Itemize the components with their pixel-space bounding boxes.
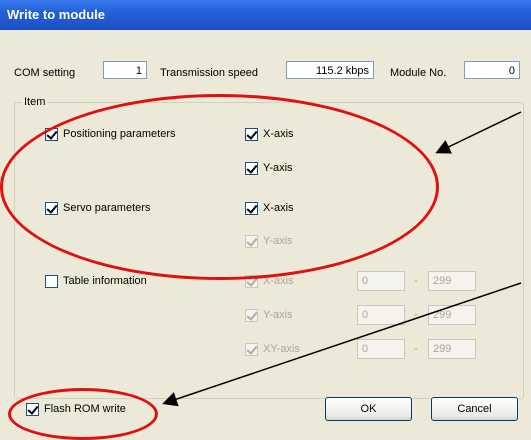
transmission-speed-field[interactable]: 115.2 kbps: [286, 61, 374, 79]
cancel-button[interactable]: Cancel: [431, 397, 518, 421]
ok-button[interactable]: OK: [325, 397, 412, 421]
item-group-title: Item: [22, 96, 48, 108]
table-y-axis-label: Y-axis: [263, 309, 293, 321]
module-no-field[interactable]: 0: [464, 61, 520, 79]
flash-rom-write-label: Flash ROM write: [44, 403, 126, 415]
module-no-label: Module No.: [390, 67, 447, 79]
servo-params-label: Servo parameters: [63, 202, 151, 214]
servo-y-axis-checkbox[interactable]: [245, 235, 258, 248]
write-to-module-dialog: COM setting 1 Transmission speed 115.2 k…: [0, 30, 531, 437]
title-bar: Write to module: [0, 0, 531, 31]
table-y-range-dash: -: [414, 309, 418, 321]
com-setting-field[interactable]: 1: [103, 61, 147, 79]
table-info-checkbox[interactable]: [45, 275, 58, 288]
positioning-y-axis-label: Y-axis: [263, 162, 293, 174]
table-info-label: Table information: [63, 275, 147, 287]
positioning-y-axis-checkbox[interactable]: [245, 162, 258, 175]
positioning-x-axis-label: X-axis: [263, 128, 294, 140]
positioning-params-checkbox[interactable]: [45, 128, 58, 141]
table-xy-from-field[interactable]: 0: [357, 339, 405, 359]
table-y-from-field[interactable]: 0: [357, 305, 405, 325]
servo-x-axis-checkbox[interactable]: [245, 202, 258, 215]
table-x-axis-checkbox[interactable]: [245, 275, 258, 288]
table-xy-axis-label: XY-axis: [263, 343, 300, 355]
window-title: Write to module: [7, 7, 105, 22]
table-x-from-field[interactable]: 0: [357, 271, 405, 291]
table-xy-range-dash: -: [414, 343, 418, 355]
positioning-x-axis-checkbox[interactable]: [245, 128, 258, 141]
com-setting-label: COM setting: [14, 67, 76, 79]
positioning-params-label: Positioning parameters: [63, 128, 176, 140]
table-xy-to-field[interactable]: 299: [428, 339, 476, 359]
table-xy-axis-checkbox[interactable]: [245, 343, 258, 356]
table-y-axis-checkbox[interactable]: [245, 309, 258, 322]
table-x-range-dash: -: [414, 275, 418, 287]
servo-y-axis-label: Y-axis: [263, 235, 293, 247]
servo-params-checkbox[interactable]: [45, 202, 58, 215]
transmission-speed-label: Transmission speed: [160, 67, 259, 79]
table-x-to-field[interactable]: 299: [428, 271, 476, 291]
table-x-axis-label: X-axis: [263, 275, 294, 287]
flash-rom-write-checkbox[interactable]: [26, 403, 39, 416]
table-y-to-field[interactable]: 299: [428, 305, 476, 325]
servo-x-axis-label: X-axis: [263, 202, 294, 214]
